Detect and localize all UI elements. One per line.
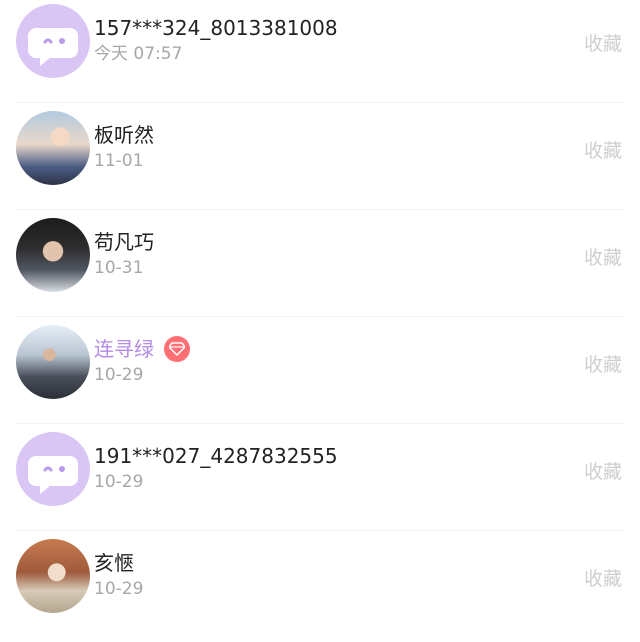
contact-name: 苟凡巧 <box>94 230 154 254</box>
contact-name: 亥愜 <box>94 551 134 575</box>
user-photo-avatar <box>16 218 90 292</box>
user-photo-avatar <box>16 325 90 399</box>
favorite-button[interactable]: 收藏 <box>584 350 622 377</box>
vip-diamond-icon <box>164 336 190 362</box>
list-item[interactable]: 157***324_8013381008 今天 07:57 收藏 <box>0 0 640 107</box>
user-photo-avatar <box>16 539 90 613</box>
contact-date: 10-29 <box>94 365 144 385</box>
row-divider <box>16 316 624 317</box>
contact-date: 11-01 <box>94 151 144 171</box>
contact-date: 10-31 <box>94 258 144 278</box>
list-item[interactable]: 亥愜 10-29 收藏 <box>0 535 640 642</box>
list-item[interactable]: 连寻绿 10-29 收藏 <box>0 321 640 428</box>
contact-list: 157***324_8013381008 今天 07:57 收藏 板听然 11-… <box>0 0 640 641</box>
contact-name-vip: 连寻绿 <box>94 337 154 361</box>
row-divider <box>16 530 624 531</box>
contact-date: 10-29 <box>94 579 144 599</box>
contact-name: 157***324_8013381008 <box>94 16 338 40</box>
favorite-button[interactable]: 收藏 <box>584 457 622 484</box>
favorite-button[interactable]: 收藏 <box>584 564 622 591</box>
row-divider <box>16 209 624 210</box>
contact-name: 191***027_4287832555 <box>94 444 338 468</box>
contact-date: 今天 07:57 <box>94 44 183 64</box>
user-photo-avatar <box>16 111 90 185</box>
list-item[interactable]: 苟凡巧 10-31 收藏 <box>0 214 640 321</box>
contact-name: 板听然 <box>94 123 154 147</box>
list-item[interactable]: 191***027_4287832555 10-29 收藏 <box>0 428 640 535</box>
favorite-button[interactable]: 收藏 <box>584 136 622 163</box>
row-divider <box>16 102 624 103</box>
list-item[interactable]: 板听然 11-01 收藏 <box>0 107 640 214</box>
favorite-button[interactable]: 收藏 <box>584 29 622 56</box>
default-chat-avatar-icon <box>16 4 90 78</box>
contact-date: 10-29 <box>94 472 144 492</box>
row-divider <box>16 423 624 424</box>
default-chat-avatar-icon <box>16 432 90 506</box>
favorite-button[interactable]: 收藏 <box>584 243 622 270</box>
